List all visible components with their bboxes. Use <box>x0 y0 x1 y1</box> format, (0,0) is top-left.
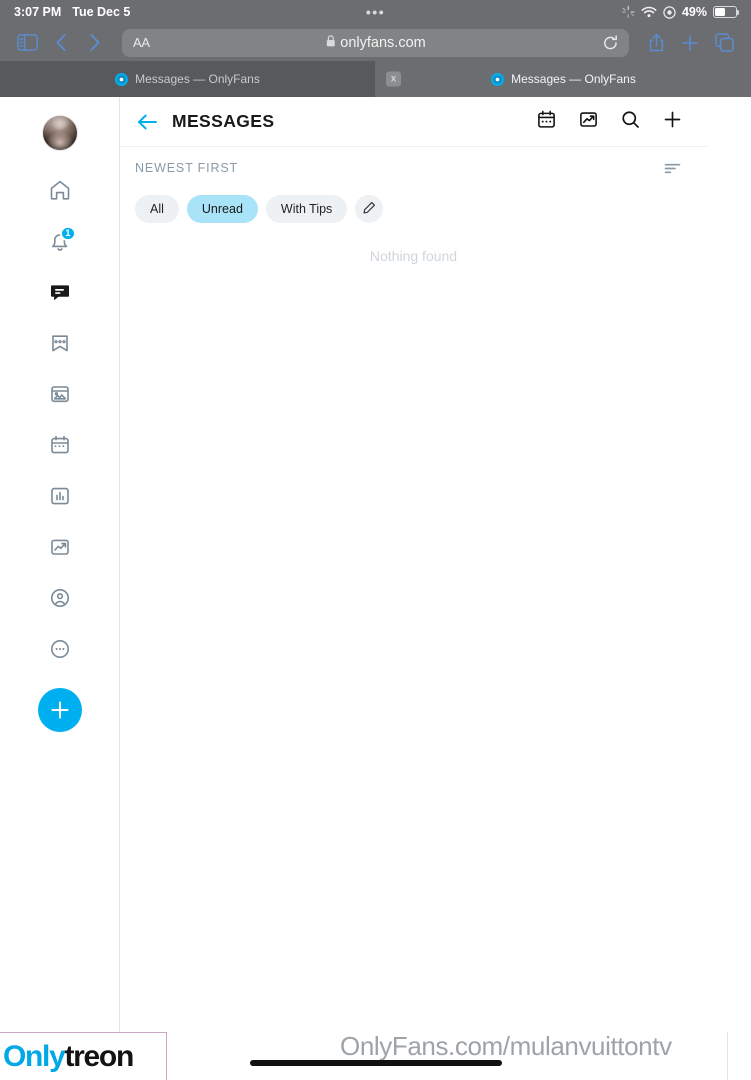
notifications-badge: 1 <box>60 226 76 241</box>
search-icon[interactable] <box>620 109 641 135</box>
battery-percent: 49% <box>681 5 707 19</box>
trending-chart-icon <box>48 535 72 564</box>
filter-chip-all[interactable]: All <box>135 195 179 223</box>
status-bar-center: ••• <box>366 5 385 19</box>
wifi-icon <box>641 6 657 18</box>
sidebar-item-home[interactable] <box>35 167 85 218</box>
sidebar-item-messages[interactable] <box>35 269 85 320</box>
status-date: Tue Dec 5 <box>72 5 131 19</box>
safari-toolbar: AAAA onlyfans.com <box>0 24 751 61</box>
text-size-button[interactable]: AAAA <box>133 35 150 50</box>
new-post-button[interactable] <box>37 688 82 732</box>
browser-tab-1-title: Messages — OnlyFans <box>135 72 260 86</box>
sort-label: NEWEST FIRST <box>135 161 239 175</box>
browser-tab-2-title: Messages — OnlyFans <box>511 72 636 86</box>
pencil-icon <box>362 201 376 218</box>
browser-tab-2[interactable]: x Messages — OnlyFans <box>376 61 751 97</box>
messages-header-actions <box>536 109 683 135</box>
lock-icon <box>325 34 335 51</box>
sidebar-item-notifications[interactable]: 1 <box>35 218 85 269</box>
avatar[interactable] <box>41 115 78 151</box>
sidebar-item-vault[interactable] <box>35 371 85 422</box>
status-bar-right: 49% <box>621 5 740 19</box>
messages-panel: MESSAGES NEWEST FIRST All Unread With Ti… <box>120 97 707 1080</box>
sort-icon[interactable] <box>662 158 683 179</box>
battery-icon <box>713 6 740 18</box>
sidebar-item-collections[interactable] <box>35 320 85 371</box>
airplay-icon <box>621 6 635 18</box>
do-not-disturb-icon <box>663 5 676 19</box>
new-tab-plus-icon[interactable] <box>675 29 705 57</box>
share-icon[interactable] <box>641 29 671 57</box>
filter-chips: All Unread With Tips <box>120 189 707 223</box>
sidebar-item-statements[interactable] <box>35 524 85 575</box>
watermark-logo: Only treon <box>0 1032 167 1080</box>
app-sidebar: 1 <box>0 97 120 1080</box>
sidebar-item-more[interactable] <box>35 626 85 677</box>
tabs-overview-icon[interactable] <box>709 29 739 57</box>
sidebar-item-queue[interactable] <box>35 422 85 473</box>
forward-chevron-icon[interactable] <box>80 29 110 57</box>
filter-chip-with-tips[interactable]: With Tips <box>265 195 348 223</box>
status-bar: 3:07 PM Tue Dec 5 ••• 49% <box>0 0 751 24</box>
status-bar-left: 3:07 PM Tue Dec 5 <box>14 5 130 19</box>
status-time: 3:07 PM <box>14 5 62 19</box>
web-page: 1 MESSAGES NEWEST FIRST All Unread With … <box>0 97 751 1080</box>
onlyfans-favicon <box>491 72 505 86</box>
chat-bubble-icon <box>48 280 72 309</box>
ellipsis-circle-icon <box>48 637 72 666</box>
close-icon[interactable]: x <box>386 71 401 87</box>
messages-header: MESSAGES <box>120 97 707 147</box>
watermark-logo-primary: Only <box>3 1039 66 1073</box>
bookmark-star-icon <box>48 331 72 360</box>
address-bar[interactable]: AAAA onlyfans.com <box>122 28 629 57</box>
reload-icon[interactable] <box>603 34 618 51</box>
watermark-url: OnlyFans.com/mulanvuittontv <box>340 1031 672 1061</box>
address-bar-url-group: onlyfans.com <box>325 34 426 51</box>
watermark-divider <box>727 1032 728 1080</box>
new-message-plus-icon[interactable] <box>662 109 683 135</box>
statistics-trending-icon[interactable] <box>578 109 599 135</box>
address-bar-text: onlyfans.com <box>340 34 426 51</box>
back-arrow-icon[interactable] <box>136 112 158 132</box>
sidebar-toggle-icon[interactable] <box>12 29 42 57</box>
multitask-dots-icon[interactable]: ••• <box>366 5 385 19</box>
sort-row: NEWEST FIRST <box>120 147 707 189</box>
edit-filters-button[interactable] <box>355 195 384 223</box>
calendar-icon <box>48 433 72 462</box>
bar-chart-icon <box>48 484 72 513</box>
onlyfans-favicon <box>115 72 129 86</box>
browser-tab-bar: Messages — OnlyFans x Messages — OnlyFan… <box>0 61 751 97</box>
ipad-safari-screenshot: 3:07 PM Tue Dec 5 ••• 49% AA onlyfans.co… <box>0 0 751 1080</box>
sidebar-item-statistics[interactable] <box>35 473 85 524</box>
home-indicator <box>250 1060 502 1066</box>
user-circle-icon <box>48 586 72 615</box>
home-icon <box>48 178 72 207</box>
back-chevron-icon[interactable] <box>46 29 76 57</box>
filter-chip-unread[interactable]: Unread <box>186 195 258 223</box>
page-title: MESSAGES <box>172 111 275 131</box>
sidebar-item-profile[interactable] <box>35 575 85 626</box>
vault-image-icon <box>48 382 72 411</box>
watermark-logo-secondary: treon <box>64 1039 134 1073</box>
browser-tab-1[interactable]: Messages — OnlyFans <box>0 61 375 97</box>
empty-state-message: Nothing found <box>369 248 458 264</box>
queue-calendar-icon[interactable] <box>536 109 557 135</box>
